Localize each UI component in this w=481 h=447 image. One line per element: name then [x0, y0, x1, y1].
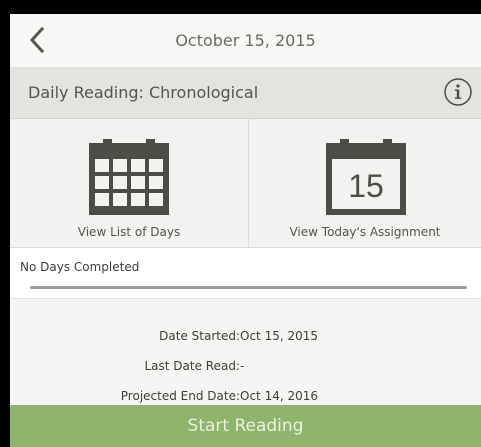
progress-bar	[30, 286, 467, 289]
date-started-value: Oct 15, 2015	[240, 329, 318, 343]
progress-section: No Days Completed	[10, 248, 481, 299]
last-date-read-row: Last Date Read: -	[10, 359, 481, 379]
date-started-label: Date Started:	[159, 329, 240, 343]
progress-label: No Days Completed	[20, 260, 140, 274]
page-title: October 15, 2015	[175, 31, 316, 50]
calendar-grid-icon	[89, 133, 169, 215]
view-list-of-days-label: View List of Days	[77, 225, 181, 239]
chevron-left-icon	[29, 26, 45, 54]
calendar-day-number: 15	[348, 168, 384, 204]
info-icon	[444, 78, 472, 106]
view-list-of-days-button[interactable]: View List of Days	[10, 119, 249, 247]
plan-title: Daily Reading: Chronological	[28, 83, 259, 102]
date-started-row: Date Started: Oct 15, 2015	[10, 329, 481, 349]
calendar-day-icon: 15	[326, 133, 406, 215]
projected-end-date-value: Oct 14, 2016	[240, 389, 318, 403]
info-button[interactable]	[443, 77, 473, 107]
top-nav-bar: October 15, 2015	[10, 14, 481, 68]
view-todays-assignment-button[interactable]: 15 View Today's Assignment	[249, 119, 481, 247]
start-reading-button[interactable]: Start Reading	[10, 405, 481, 447]
view-todays-assignment-label: View Today's Assignment	[289, 225, 441, 239]
plan-details: Date Started: Oct 15, 2015 Last Date Rea…	[10, 299, 481, 405]
action-tiles: View List of Days 15 View Today's Assign…	[10, 119, 481, 248]
back-button[interactable]	[22, 24, 54, 56]
projected-end-date-label: Projected End Date:	[120, 389, 240, 403]
app-screen: October 15, 2015 Daily Reading: Chronolo…	[10, 14, 481, 447]
plan-header: Daily Reading: Chronological	[10, 68, 481, 119]
last-date-read-value: -	[240, 359, 245, 373]
device-frame: October 15, 2015 Daily Reading: Chronolo…	[0, 0, 481, 447]
last-date-read-label: Last Date Read:	[144, 359, 240, 373]
